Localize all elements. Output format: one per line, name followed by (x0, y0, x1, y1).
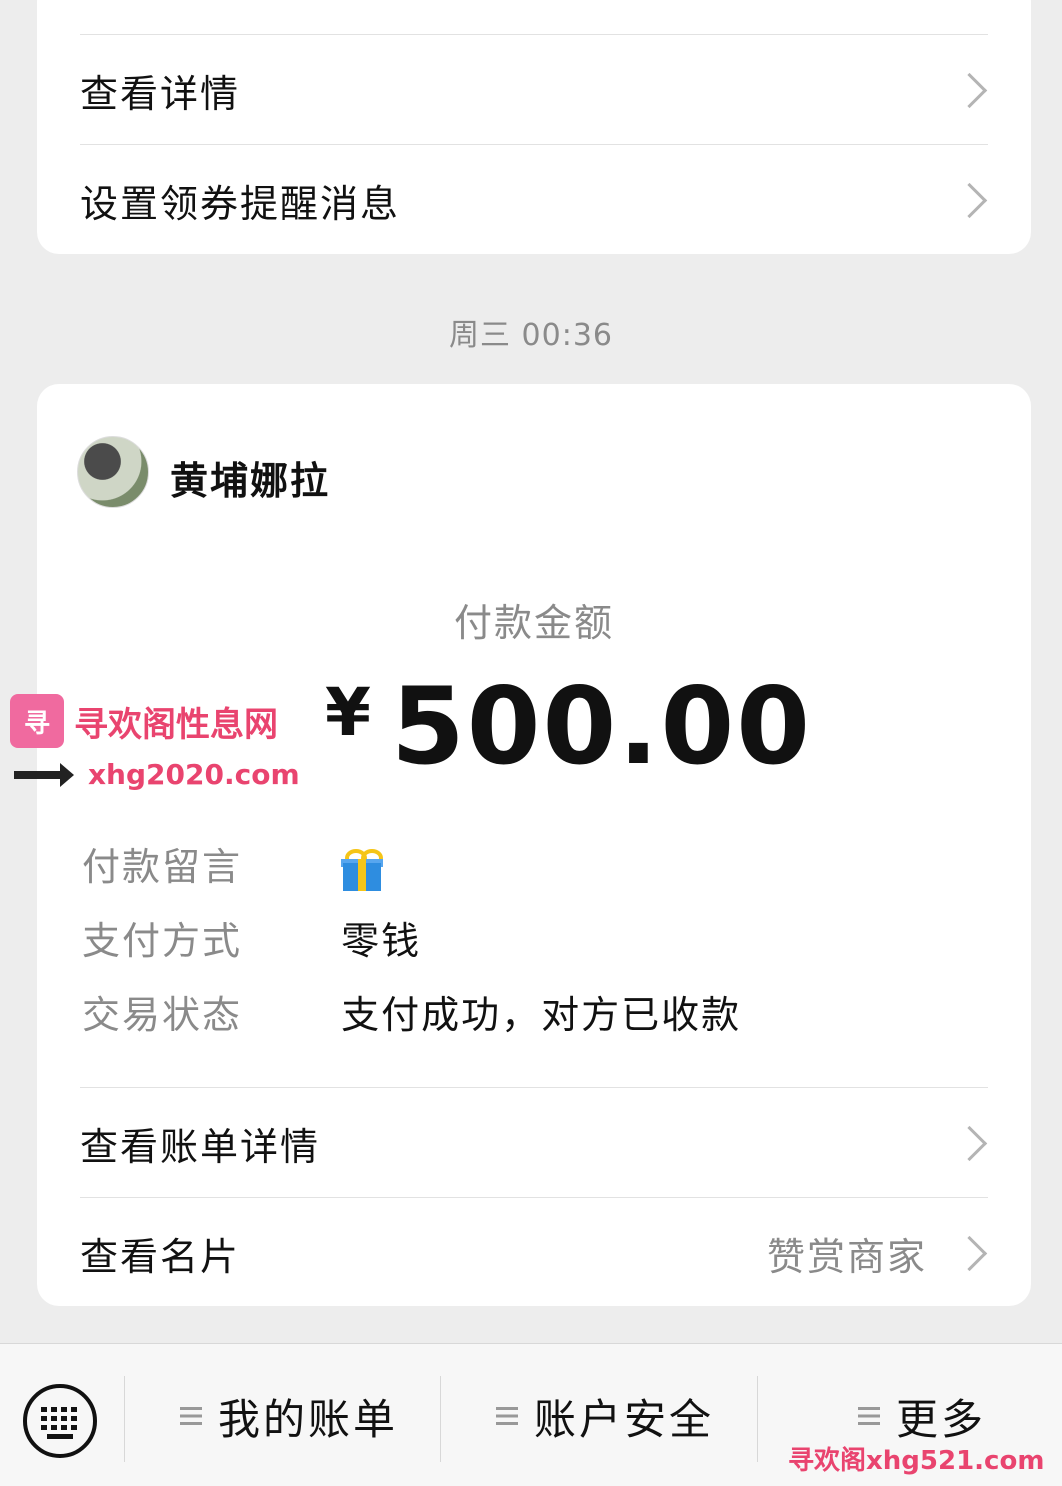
menu-icon (180, 1407, 202, 1425)
coupon-reminder-label: 设置领券提醒消息 (80, 181, 401, 226)
watermark-url-text: xhg2020.com (88, 758, 300, 791)
tab-label: 更多 (896, 1394, 987, 1444)
info-value: 支付成功，对方已收款 (341, 993, 742, 1037)
amount-label: 付款金额 (453, 601, 614, 645)
menu-icon (858, 1407, 880, 1425)
divider (757, 1376, 758, 1462)
tip-merchant-label: 赞赏商家 (766, 1234, 927, 1279)
tab-label: 账户安全 (534, 1394, 715, 1444)
watermark-url-bottom: 寻欢阁xhg521.com (788, 1446, 1045, 1476)
tab-account-security[interactable]: 账户安全 (496, 1386, 714, 1446)
coupon-reminder-row[interactable]: 设置领券提醒消息 (80, 146, 988, 254)
menu-icon (496, 1407, 518, 1425)
info-row-status: 交易状态 支付成功，对方已收款 (82, 984, 741, 1039)
bill-details-label: 查看账单详情 (80, 1124, 321, 1169)
view-details-label: 查看详情 (80, 71, 241, 116)
gift-icon (341, 848, 384, 891)
payment-amount: ¥500.00 (325, 674, 812, 780)
divider (440, 1376, 441, 1462)
info-value: 零钱 (341, 919, 422, 963)
watermark-logo-badge: 寻 (10, 694, 64, 748)
amount-value: 500.00 (390, 665, 812, 788)
tab-more[interactable]: 更多 (858, 1386, 986, 1446)
top-card: 查看详情 设置领券提醒消息 (37, 0, 1031, 254)
payee-name: 黄埔娜拉 (170, 459, 331, 503)
info-key: 支付方式 (82, 919, 243, 963)
watermark-logo: 寻 寻欢阁性息网 (10, 694, 278, 748)
currency-symbol: ¥ (325, 674, 373, 751)
keyboard-icon[interactable] (23, 1384, 97, 1458)
avatar[interactable] (77, 436, 149, 508)
arrow-right-icon (14, 762, 74, 787)
chevron-right-icon (951, 182, 988, 218)
info-key: 交易状态 (82, 993, 243, 1037)
watermark-site-name: 寻欢阁性息网 (74, 704, 278, 745)
view-card-row[interactable]: 查看名片 赞赏商家 (80, 1199, 988, 1307)
divider (80, 144, 988, 145)
bill-details-row[interactable]: 查看账单详情 (80, 1089, 988, 1197)
chevron-right-icon (951, 1125, 988, 1161)
info-key: 付款留言 (82, 845, 243, 889)
chevron-right-icon (951, 72, 988, 108)
view-details-row[interactable]: 查看详情 (80, 36, 988, 144)
chevron-right-icon (951, 1235, 988, 1271)
divider (80, 34, 988, 35)
tab-my-bills[interactable]: 我的账单 (180, 1386, 398, 1446)
message-timestamp: 周三 00:36 (449, 318, 613, 353)
tab-label: 我的账单 (218, 1394, 399, 1444)
divider (80, 1087, 988, 1088)
watermark-url: xhg2020.com (14, 758, 300, 791)
divider (124, 1376, 125, 1462)
view-card-label: 查看名片 (80, 1234, 241, 1279)
info-row-method: 支付方式 零钱 (82, 910, 421, 965)
info-row-message: 付款留言 (82, 836, 384, 891)
divider (80, 1197, 988, 1198)
payment-card: 黄埔娜拉 付款金额 ¥500.00 付款留言 支付方式 零钱 交易状态 支付成功… (37, 384, 1031, 1306)
